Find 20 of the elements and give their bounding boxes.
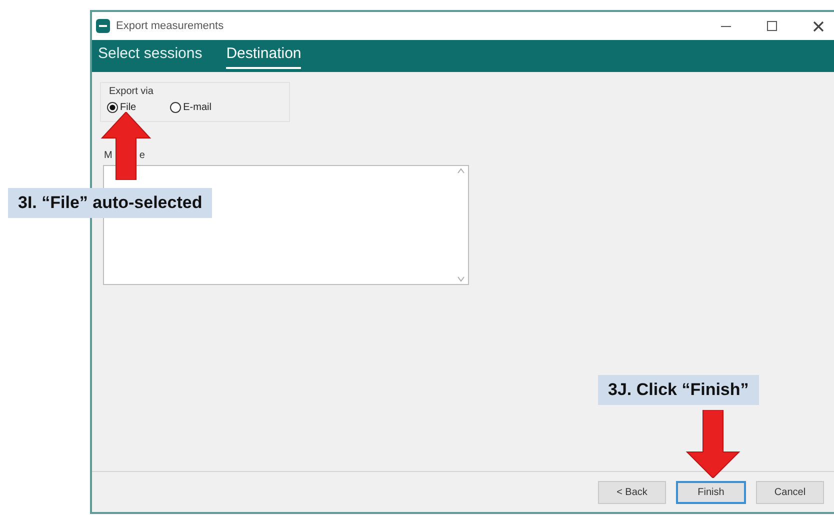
radio-button[interactable] (107, 102, 118, 113)
group-label: Export via (109, 85, 154, 99)
down-arrow-icon (685, 410, 741, 478)
maximize-icon[interactable] (767, 21, 777, 31)
close-icon[interactable] (813, 20, 824, 32)
radio-label[interactable]: E-mail (183, 100, 212, 115)
field-label: e (139, 149, 145, 163)
tab[interactable]: Destination (226, 43, 302, 69)
app-icon (96, 19, 110, 33)
callout-label: 3I. “File” auto-selected (8, 188, 212, 218)
dialog-button[interactable]: Cancel (756, 481, 824, 504)
field-label: M (104, 149, 112, 163)
up-arrow-icon (98, 112, 154, 180)
window-title: Export measurements (116, 18, 224, 34)
tab[interactable]: Select sessions (98, 43, 202, 69)
callout-label: 3J. Click “Finish” (598, 375, 759, 405)
radio-button[interactable] (170, 102, 182, 113)
dialog-button[interactable]: < Back (598, 481, 666, 504)
dialog-button[interactable]: Finish (676, 481, 746, 504)
radio-label[interactable]: File (120, 100, 136, 115)
